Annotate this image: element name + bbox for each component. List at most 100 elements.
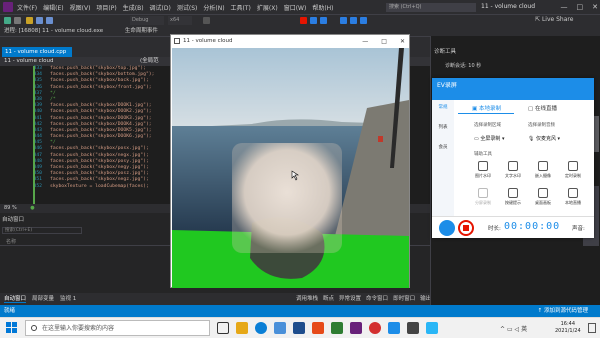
task-view-icon[interactable] xyxy=(217,322,229,334)
app-icon[interactable] xyxy=(312,322,324,334)
code-line[interactable]: faces.push_back("skybox/DOOK3.jpg"); xyxy=(50,116,154,122)
taskbar-search[interactable]: 在这里输入你要搜索的内容 xyxy=(25,320,210,336)
volume-cloud-taskbar-icon[interactable] xyxy=(407,322,419,334)
code-line[interactable]: faces.push_back("skybox/DOOK6.jpg"); xyxy=(50,134,154,140)
app-icon[interactable] xyxy=(331,322,343,334)
code-text[interactable]: faces.push_back("skybox/top.jpg"); faces.… xyxy=(50,66,154,190)
visual-studio-taskbar-icon[interactable] xyxy=(350,322,362,334)
menu-item[interactable]: 帮助(H) xyxy=(312,5,333,12)
add-to-source-control[interactable]: ↑ 添加到源代码管理 xyxy=(538,305,588,317)
tab-right-4[interactable]: 即时窗口 xyxy=(393,296,415,302)
ev-recorder-window[interactable]: EV录屏 常规 列表 会员 ▣ 本地录制 ▢ 在线直播 选择录制区域 选择录制音… xyxy=(432,78,594,238)
tab-right-0[interactable]: 调用堆栈 xyxy=(296,296,318,302)
tool-timer[interactable]: 定时录制 xyxy=(562,161,584,179)
volume-icon[interactable]: ◁ xyxy=(515,326,520,333)
tool-keys[interactable]: 按键提示 xyxy=(502,188,524,206)
nav-project[interactable]: 11 - volume cloud xyxy=(4,57,54,66)
app-icon[interactable] xyxy=(369,322,381,334)
tab-bottom-0[interactable]: 自动窗口 xyxy=(4,296,27,303)
minimize-icon[interactable]: — xyxy=(362,35,368,48)
save-icon[interactable] xyxy=(36,17,43,24)
app-icon[interactable] xyxy=(274,322,286,334)
windows-start-icon[interactable] xyxy=(6,322,18,334)
code-line[interactable]: skyboxTexture = loadCubemap(faces); xyxy=(50,184,154,190)
stop-record-button[interactable] xyxy=(458,220,474,236)
code-line[interactable]: faces.push_back("skybox/DOOK4.jpg"); xyxy=(50,122,154,128)
zoom-level[interactable]: 89 % xyxy=(4,205,17,211)
forward-icon[interactable] xyxy=(14,17,21,24)
open-icon[interactable] xyxy=(26,17,33,24)
volume-cloud-window[interactable]: 11 - volume cloud — □ ✕ xyxy=(170,34,410,288)
lifecycle-events-button[interactable]: 生命周期事件 xyxy=(125,28,158,34)
menu-item[interactable]: 窗口(W) xyxy=(284,5,307,12)
tab-local-record[interactable]: ▣ 本地录制 xyxy=(472,104,501,112)
tool-split[interactable]: 分屏录制 xyxy=(472,188,494,206)
tool-image-watermark[interactable]: 图片水印 xyxy=(472,161,494,179)
menu-item[interactable]: 编辑(E) xyxy=(43,5,63,12)
tab-right-2[interactable]: 异常设置 xyxy=(339,296,361,302)
continue-icon[interactable] xyxy=(203,17,210,24)
menu-item[interactable]: 测试(S) xyxy=(177,5,198,12)
notification-icon[interactable] xyxy=(588,323,596,333)
code-line[interactable]: faces.push_back("skybox/front.jpg"); xyxy=(50,85,154,91)
taskbar-clock[interactable]: 16:44 2021/1/24 xyxy=(555,321,581,335)
code-line[interactable]: faces.push_back("skybox/DOOK2.jpg"); xyxy=(50,109,154,115)
tool-camera[interactable]: 嵌入摄像 xyxy=(532,161,554,179)
app-icon[interactable] xyxy=(293,322,305,334)
file-explorer-icon[interactable] xyxy=(236,322,248,334)
pause-icon[interactable] xyxy=(310,17,317,24)
code-line[interactable]: faces.push_back("skybox/negx.jpg"); xyxy=(50,153,154,159)
app-icon[interactable] xyxy=(426,322,438,334)
menu-item[interactable]: 文件(F) xyxy=(17,5,37,12)
platform-dropdown[interactable]: x64 xyxy=(168,16,192,25)
menu-item[interactable]: 视图(V) xyxy=(70,5,91,12)
menu-item[interactable]: 生成(B) xyxy=(123,5,144,12)
tool-text-watermark[interactable]: 文字水印 xyxy=(502,161,524,179)
step-over-icon[interactable] xyxy=(340,17,347,24)
config-dropdown[interactable]: Debug xyxy=(130,16,164,25)
tab-bottom-1[interactable]: 局部变量 xyxy=(32,296,54,302)
save-all-icon[interactable] xyxy=(46,17,53,24)
area-select[interactable]: ▭ 全屏录制 ▾ xyxy=(474,135,504,142)
process-selector[interactable]: 进程: [16808] 11 - volume cloud.exe xyxy=(4,28,103,34)
edge-icon[interactable] xyxy=(255,322,267,334)
menu-item[interactable]: 调试(D) xyxy=(150,5,171,12)
step-out-icon[interactable] xyxy=(360,17,367,24)
maximize-icon[interactable]: □ xyxy=(381,35,387,48)
network-icon[interactable]: ▭ xyxy=(507,326,513,333)
play-button[interactable] xyxy=(439,220,455,236)
back-icon[interactable] xyxy=(4,17,11,24)
ev-side-list[interactable]: 列表 xyxy=(432,124,454,130)
tab-volume-cloud-cpp[interactable]: 11 - volume cloud.cpp xyxy=(2,47,72,57)
close-icon[interactable]: ✕ xyxy=(400,35,405,48)
autos-search-input[interactable]: 搜索(Ctrl+E) xyxy=(2,227,82,234)
menu-item[interactable]: 项目(P) xyxy=(96,5,116,12)
chevron-up-icon[interactable]: ^ xyxy=(500,326,505,333)
tab-bottom-2[interactable]: 监视 1 xyxy=(60,296,76,302)
code-line[interactable]: faces.push_back("skybox/posx.jpg"); xyxy=(50,146,154,152)
ev-side-general[interactable]: 常规 xyxy=(432,104,454,110)
menu-item[interactable]: 分析(N) xyxy=(203,5,224,12)
code-line[interactable]: faces.push_back("skybox/negz.jpg"); xyxy=(50,177,154,183)
audio-select[interactable]: 🎙 仅麦克风 ▾ xyxy=(528,135,560,142)
ev-recorder-taskbar-icon[interactable] xyxy=(388,322,400,334)
nav-scope[interactable]: (全局范 xyxy=(140,57,159,66)
tool-whiteboard[interactable]: 桌面画板 xyxy=(532,188,554,206)
tool-local-live[interactable]: 本地直播 xyxy=(562,188,584,206)
live-share-button[interactable]: ⇱ Live Share xyxy=(535,16,573,23)
tab-right-3[interactable]: 命令窗口 xyxy=(366,296,388,302)
render-viewport[interactable] xyxy=(172,48,409,288)
ime-indicator[interactable]: 英 xyxy=(521,326,527,333)
maximize-icon[interactable]: □ xyxy=(577,3,584,11)
minimize-icon[interactable]: — xyxy=(561,3,568,11)
menu-item[interactable]: 扩展(X) xyxy=(257,5,278,12)
menu-item[interactable]: 工具(T) xyxy=(231,5,251,12)
restart-icon[interactable] xyxy=(320,17,327,24)
vs-search-box[interactable]: 搜索 (Ctrl+Q) xyxy=(386,3,476,12)
step-into-icon[interactable] xyxy=(350,17,357,24)
tab-right-1[interactable]: 断点 xyxy=(323,296,334,302)
code-line[interactable]: faces.push_back("skybox/back.jpg"); xyxy=(50,78,154,84)
ev-side-member[interactable]: 会员 xyxy=(432,144,454,150)
volume-cloud-title-bar[interactable]: 11 - volume cloud — □ ✕ xyxy=(171,35,409,48)
stop-icon[interactable] xyxy=(300,17,307,24)
